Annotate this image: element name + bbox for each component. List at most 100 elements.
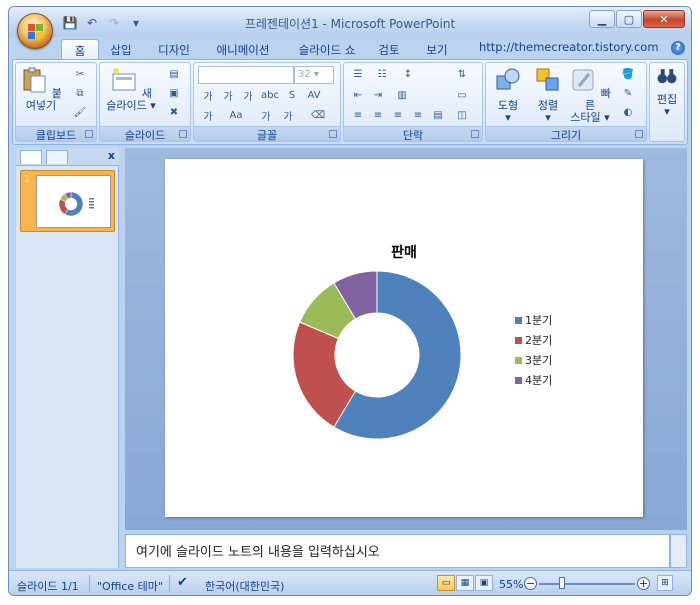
shrink-font-icon[interactable]: 가 <box>218 87 238 104</box>
close-pane-icon[interactable]: x <box>108 149 115 162</box>
decrease-indent-icon[interactable]: ⇤ <box>348 87 368 104</box>
donut-chart[interactable]: 판매 1분기 2분기 3분기 4분기 <box>165 159 643 517</box>
quick-styles-icon <box>572 69 594 91</box>
tab-view[interactable]: 보기 <box>419 39 455 59</box>
smartart-icon[interactable]: ◫ <box>452 107 472 124</box>
zoom-in-icon[interactable]: + <box>637 577 650 590</box>
editing-button[interactable]: 편집 ▾ <box>652 66 682 118</box>
font-color-icon[interactable]: 가 <box>198 107 218 124</box>
slide-thumbnail-selected[interactable]: 1 <box>20 170 115 232</box>
text-direction-icon[interactable]: ⇅ <box>452 66 472 83</box>
clipboard-launcher-icon[interactable] <box>85 130 93 138</box>
thumb-legend-mark <box>89 201 94 203</box>
zoom-slider-thumb[interactable] <box>559 577 565 589</box>
group-slides: 새 슬라이드 ▾ ▤ ▣ ✖ 슬라이드 <box>99 62 191 142</box>
layout-icon[interactable]: ▤ <box>164 66 184 83</box>
tab-slideshow[interactable]: 슬라이드 쇼 <box>287 39 367 59</box>
shape-outline-icon[interactable]: ✎ <box>618 85 638 102</box>
align-text-icon[interactable]: ▭ <box>452 87 472 104</box>
minimize-button[interactable]: ▁ <box>589 10 615 28</box>
legend-swatch-2 <box>515 337 522 344</box>
align-left-icon[interactable]: ≡ <box>348 107 368 124</box>
group-drawing: 도형 ▾ 정렬 ▾ 빠른 스타일 ▾ 🪣 ✎ ◐ 그리기 <box>485 62 647 142</box>
tab-review[interactable]: 검토 <box>371 39 407 59</box>
shadow-icon[interactable]: S <box>282 87 302 104</box>
reset-icon[interactable]: ▣ <box>164 85 184 102</box>
legend-label-2: 2분기 <box>525 334 552 347</box>
new-slide-button[interactable]: 새 슬라이드 ▾ <box>102 66 160 112</box>
window-controls: ▁ ▢ ✕ <box>589 10 685 28</box>
new-slide-label-2: 슬라이드 <box>106 99 147 112</box>
office-button[interactable] <box>17 13 53 49</box>
ribbon-tabs: 홈 삽입 디자인 애니메이션 슬라이드 쇼 검토 보기 http://theme… <box>9 37 691 59</box>
legend-swatch-3 <box>515 357 522 364</box>
thumb-legend-mark <box>89 204 94 206</box>
notes-area[interactable]: 여기에 슬라이드 노트의 내용을 입력하십시오 <box>125 534 670 568</box>
bold-icon[interactable]: 가 <box>256 107 276 124</box>
legend-label-1: 1분기 <box>525 314 552 327</box>
zoom-level[interactable]: 55% <box>499 578 523 591</box>
slide-canvas[interactable]: 판매 1분기 2분기 3분기 4분기 <box>165 159 643 517</box>
slideshow-view-icon[interactable]: ▣ <box>475 575 493 591</box>
theme-indicator[interactable]: "Office 테마" <box>97 578 163 594</box>
fit-window-icon[interactable]: ⊞ <box>657 575 673 591</box>
increase-indent-icon[interactable]: ⇥ <box>368 87 388 104</box>
tab-design[interactable]: 디자인 <box>149 39 199 59</box>
slides-pane-tabs: x <box>16 148 119 166</box>
copy-icon[interactable]: ⧉ <box>70 85 90 102</box>
shapes-button[interactable]: 도형 ▾ <box>490 66 526 124</box>
thumbnail-chart <box>58 191 94 217</box>
line-spacing-icon[interactable]: ↕ <box>398 66 418 83</box>
legend-label-4: 4분기 <box>525 374 552 387</box>
font-name-combo[interactable] <box>198 66 294 84</box>
clear-icon[interactable]: ⌫ <box>308 107 328 124</box>
numbering-icon[interactable]: ☷ <box>372 66 392 83</box>
close-button[interactable]: ✕ <box>643 10 685 28</box>
align-center-icon[interactable]: ≡ <box>368 107 388 124</box>
columns-icon[interactable]: ▥ <box>392 87 412 104</box>
delete-slide-icon[interactable]: ✖ <box>164 104 184 121</box>
normal-view-icon[interactable]: ▭ <box>437 575 455 591</box>
distribute-icon[interactable]: ▤ <box>428 107 448 124</box>
font-group-label: 글꼴 <box>194 126 340 142</box>
grow-font-icon[interactable]: 가 <box>198 87 218 104</box>
superscript-icon[interactable]: 가 <box>278 107 298 124</box>
char-spacing-icon[interactable]: AV <box>304 87 324 104</box>
language-indicator[interactable]: 한국어(대한민국) <box>205 578 284 594</box>
outline-tab-icon[interactable] <box>46 150 68 164</box>
slide-sorter-icon[interactable]: ▦ <box>456 575 474 591</box>
tab-home[interactable]: 홈 <box>61 39 99 59</box>
format-painter-icon[interactable]: 🖌 <box>70 104 90 121</box>
zoom-slider[interactable] <box>539 583 635 585</box>
tab-insert[interactable]: 삽입 <box>101 39 141 59</box>
quick-styles-button[interactable]: 빠른 스타일 ▾ <box>568 66 612 124</box>
shapes-label: 도형 <box>497 99 519 112</box>
maximize-button[interactable]: ▢ <box>616 10 642 28</box>
slides-launcher-icon[interactable] <box>179 130 187 138</box>
font-launcher-icon[interactable] <box>329 130 337 138</box>
font-size-combo[interactable]: 32 ▾ <box>294 66 334 84</box>
justify-icon[interactable]: ≡ <box>408 107 428 124</box>
spellcheck-icon[interactable]: ✔ <box>177 575 188 590</box>
slides-pane: x 1 <box>16 148 119 568</box>
slides-tab-icon[interactable] <box>20 150 42 164</box>
new-slide-icon <box>112 68 136 91</box>
title-bar: 💾 ↶ ↷ ▾ 프레젠테이션1 - Microsoft PowerPoint ▁… <box>9 7 691 37</box>
paste-button[interactable]: 붙여넣기 <box>18 66 64 112</box>
change-case-icon[interactable]: Aa <box>226 107 246 124</box>
shape-fill-icon[interactable]: 🪣 <box>618 66 638 83</box>
arrange-button[interactable]: 정렬 ▾ <box>530 66 566 124</box>
paragraph-launcher-icon[interactable] <box>471 130 479 138</box>
strike-icon[interactable]: abc <box>260 87 280 104</box>
align-right-icon[interactable]: ≡ <box>388 107 408 124</box>
help-icon[interactable]: ? <box>671 41 685 55</box>
shape-effects-icon[interactable]: ◐ <box>618 104 638 121</box>
drawing-launcher-icon[interactable] <box>635 130 643 138</box>
group-font: 32 ▾ 가 가 가 abc S AV 가 Aa 가 가 ⌫ 글꼴 <box>193 62 341 142</box>
tab-animation[interactable]: 애니메이션 <box>207 39 279 59</box>
bullets-icon[interactable]: ☰ <box>348 66 368 83</box>
notes-scrollbar[interactable] <box>670 534 687 568</box>
zoom-out-icon[interactable]: − <box>524 577 537 590</box>
clear-format-icon[interactable]: 가 <box>238 87 258 104</box>
cut-icon[interactable]: ✂ <box>70 66 90 83</box>
